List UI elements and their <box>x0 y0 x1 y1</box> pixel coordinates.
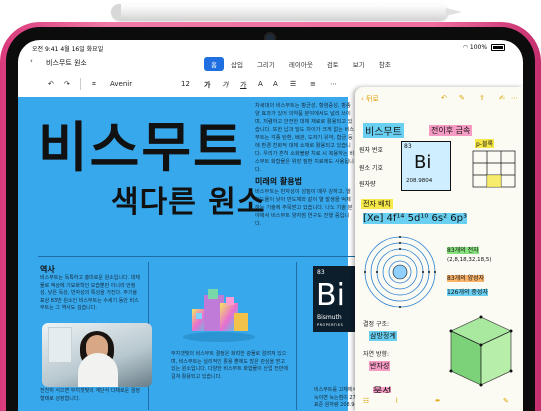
tab-home[interactable]: 홈 <box>204 57 224 71</box>
undo-icon[interactable]: ↶ <box>48 80 54 88</box>
font-size-up-button[interactable]: A <box>258 80 263 88</box>
electron-config: [Xe] 4f¹⁴ 5d¹⁰ 6s² 6p³ <box>363 213 467 224</box>
list-icon[interactable]: ☰ <box>290 80 296 88</box>
shell-distribution: (2,8,18,32,18,5) <box>447 257 492 263</box>
undo-icon[interactable]: ↶ <box>441 94 447 102</box>
more-icon[interactable]: ⋯ <box>330 80 337 88</box>
tab-draw[interactable]: 그리기 <box>250 57 282 71</box>
ribbon-tabs: 홈 삽입 그리기 레이아웃 검토 보기 참조 <box>204 57 398 71</box>
proton-count: 83개의 양성자 <box>447 275 485 282</box>
document-nav: ‹ 비스무트 원소 홈 삽입 그리기 레이아웃 검토 보기 참조 <box>18 52 523 72</box>
atomic-number-label: 원자 번호 <box>359 147 383 154</box>
tab-references[interactable]: 참조 <box>372 57 398 71</box>
tile-symbol: Bi <box>316 278 345 313</box>
future-heading: 미래의 활용법 <box>255 177 302 186</box>
checklist-icon[interactable]: ☷ <box>363 397 369 405</box>
structure-label: 결정 구조: <box>363 321 390 328</box>
right-column: 차세대의 비스무트는 항균성, 항염증성, 항종양 효과가 있어 의약품 분야에… <box>255 102 355 228</box>
tab-view[interactable]: 보기 <box>346 57 372 71</box>
crystal-caption: 무지갯빛의 비스무트 결정은 화려한 광물로 알려져 있으며, 비스무트는 실리… <box>171 351 288 380</box>
element-sketch-box: 83 Bi 208.9804 <box>401 141 451 191</box>
sketch-mass: 208.9804 <box>406 178 433 184</box>
person-body <box>78 353 118 387</box>
tile-atomic-number: 83 <box>317 269 325 276</box>
share-icon[interactable]: ⇪ <box>479 94 485 102</box>
notes-toolbar: ‹ 뒤로 ↶ ✎ ⇪ ✍ ⋯ <box>355 87 523 109</box>
page-headline: 비스무트 <box>38 116 245 179</box>
notes-title: 비스무트 <box>363 123 404 138</box>
history-heading: 역사 <box>40 265 55 274</box>
magnetic-value: 반자성 <box>369 361 391 371</box>
font-size[interactable]: 12 <box>181 80 190 88</box>
tile-properties: PROPERTIES <box>317 323 344 327</box>
electron-count: 83개의 전자 <box>447 247 479 254</box>
bismuth-crystal-image <box>183 289 255 342</box>
column-divider <box>296 262 297 410</box>
pencil-tip <box>446 8 462 16</box>
config-heading: 전자 배치 <box>361 199 393 209</box>
pen-icon[interactable]: ✒ <box>435 397 441 405</box>
underline-button[interactable]: 가 <box>240 80 246 90</box>
tile-name: Bismuth <box>317 314 342 321</box>
tab-review[interactable]: 검토 <box>320 57 346 71</box>
new-note-icon[interactable]: ✎ <box>503 397 509 405</box>
markup-icon[interactable]: ✎ <box>459 94 465 102</box>
font-picker[interactable]: Avenir <box>110 80 132 88</box>
crystal-structure-sketch <box>449 315 513 387</box>
back-icon[interactable]: ‹ <box>30 57 33 65</box>
section-divider <box>38 256 358 257</box>
history-text-continued: 천천히 식으면 무지갯빛의 계단식 다채로운 결정 형태로 성장합니다. <box>40 388 140 402</box>
p-block-label: p-블록 <box>475 139 495 148</box>
background-window <box>48 327 72 363</box>
toolbar-divider <box>80 78 81 90</box>
facetime-video[interactable] <box>42 323 152 387</box>
format-painter-icon[interactable]: ⌗ <box>92 80 96 89</box>
right-column-text: 차세대의 비스무트는 항균성, 항염증성, 항종양 효과가 있어 의약품 분야에… <box>255 103 355 173</box>
pencil-band <box>111 4 121 20</box>
electron-shell-diagram <box>364 236 436 308</box>
apple-pencil <box>111 4 462 20</box>
structure-value: 삼방정계 <box>369 331 397 341</box>
neutron-count: 126개의 중성자 <box>447 289 488 296</box>
compose-icon[interactable]: ✍ <box>499 94 505 102</box>
bold-button[interactable]: 가 <box>204 80 210 90</box>
notes-back-button[interactable]: ‹ 뒤로 <box>361 94 379 104</box>
battery-icon <box>491 44 505 51</box>
magnetic-label: 자연 방향: <box>363 351 390 358</box>
page-subheadline: 색다른 원소 <box>111 185 266 220</box>
document-title[interactable]: 비스무트 원소 <box>46 58 87 68</box>
notes-panel[interactable]: ‹ 뒤로 ↶ ✎ ⇪ ✍ ⋯ 비스무트 전이후 금속 원자 번호 원소 기호 원… <box>355 87 523 411</box>
more-icon[interactable]: ⋯ <box>511 94 518 102</box>
battery-percent: 100% <box>469 44 488 51</box>
notes-subtitle: 전이후 금속 <box>429 125 473 136</box>
font-color-button[interactable]: A <box>273 80 278 88</box>
atomic-mass-label: 원자량 <box>359 181 376 188</box>
history-text: 비스무트는 독특하고 흥미로운 원소입니다. 대체물로 액상에 기묘화학인 모습… <box>40 275 140 311</box>
notes-bottom-toolbar: ☷ ⌇ ✒ ✎ <box>355 393 523 411</box>
attach-icon[interactable]: ⌇ <box>395 397 398 405</box>
tab-layout[interactable]: 레이아웃 <box>282 57 320 71</box>
status-right: ◠ 100% <box>463 44 505 51</box>
italic-button[interactable]: 가 <box>222 80 228 90</box>
periodic-grid-sketch <box>472 150 516 188</box>
future-text: 비스무트는 반자성이 성질이 매우 강하고, 열전도율이 낮아 반도체와 같이 … <box>255 189 353 227</box>
redo-icon[interactable]: ↷ <box>64 80 70 88</box>
ipad-screen: 오전 9:41 4월 16일 화요일 ◠ 100% ‹ 비스무트 원소 홈 삽입… <box>18 40 523 411</box>
align-icon[interactable]: ≡ <box>310 80 316 88</box>
tab-insert[interactable]: 삽입 <box>224 57 250 71</box>
sketch-atomic-number: 83 <box>404 143 412 150</box>
sketch-symbol: Bi <box>414 152 432 173</box>
wifi-icon: ◠ <box>462 44 468 51</box>
element-symbol-label: 원소 기호 <box>359 165 383 172</box>
